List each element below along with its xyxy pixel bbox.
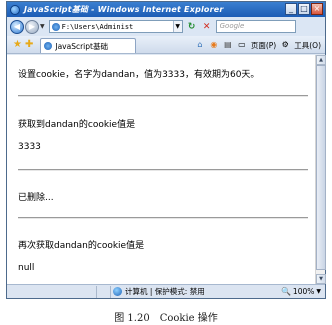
- url-input[interactable]: F:\Users\Administ ▼: [48, 20, 183, 33]
- history-dropdown-icon[interactable]: ▼: [40, 23, 45, 30]
- page-icon: [51, 22, 60, 31]
- scroll-down-arrow-icon[interactable]: ▼: [316, 274, 326, 284]
- forward-arrow-icon[interactable]: ▶: [25, 19, 39, 34]
- browser-window: JavaScript基础 - Windows Internet Explorer…: [6, 1, 326, 299]
- scroll-up-arrow-icon[interactable]: ▲: [316, 55, 326, 65]
- tab-javascript[interactable]: JavaScript基础: [40, 38, 137, 53]
- message-get-cookie: 获取到dandan的cookie值是: [18, 120, 136, 130]
- search-input[interactable]: Google: [215, 20, 296, 33]
- zoom-dropdown-icon[interactable]: ▼: [316, 288, 321, 295]
- back-arrow-icon[interactable]: ◀: [10, 19, 24, 34]
- zoom-control[interactable]: 🔍 100% ▼: [281, 287, 325, 296]
- print-icon[interactable]: ▤: [223, 40, 233, 50]
- tools-menu[interactable]: 工具(O): [294, 40, 321, 51]
- page-content: 设置cookie，名字为dandan，值为3333，有效期为60天。 获取到da…: [7, 55, 315, 284]
- divider: [18, 169, 308, 171]
- refresh-icon[interactable]: ↻: [186, 21, 198, 33]
- ie-logo-icon: [10, 4, 20, 15]
- message-set-cookie: 设置cookie，名字为dandan，值为3333，有效期为60天。: [18, 70, 260, 80]
- divider: [18, 95, 308, 97]
- status-bar: 计算机 | 保护模式: 禁用 🔍 100% ▼: [7, 284, 325, 298]
- feeds-icon[interactable]: ◉: [209, 40, 219, 50]
- tab-page-icon: [44, 42, 53, 50]
- url-text[interactable]: F:\Users\Administ: [62, 23, 173, 31]
- stop-icon[interactable]: ✕: [201, 21, 213, 33]
- url-dropdown-icon[interactable]: ▼: [172, 21, 182, 32]
- cookie-value-after-delete: null: [18, 263, 35, 273]
- zoom-icon: 🔍: [280, 287, 291, 296]
- address-bar: ◀ ▶ ▼ F:\Users\Administ ▼ ↻ ✕ Google: [7, 17, 325, 36]
- cookie-value: 3333: [18, 142, 41, 152]
- status-text: [7, 285, 97, 298]
- maximize-button[interactable]: □: [298, 3, 310, 15]
- close-button[interactable]: ×: [311, 3, 323, 15]
- window-title: JavaScript基础 - Windows Internet Explorer: [24, 5, 224, 14]
- tools-gear-icon: ⚙: [281, 40, 289, 49]
- favorites-star-icon[interactable]: ★: [13, 39, 22, 50]
- tab-label: JavaScript基础: [55, 41, 108, 51]
- vertical-scrollbar[interactable]: ▲ ▼: [315, 55, 326, 284]
- home-icon[interactable]: ⌂: [195, 40, 205, 50]
- divider: [18, 217, 308, 219]
- window-controls: _ □ ×: [285, 3, 323, 15]
- page-menu-icon: ▭: [238, 40, 246, 49]
- security-zone[interactable]: 计算机 | 保护模式: 禁用: [125, 286, 205, 297]
- add-favorites-icon[interactable]: ✚: [25, 39, 33, 50]
- tab-bar: ★ ✚ JavaScript基础 ⌂ ◉ ▤ ▭ 页面(P) ⚙ 工具(O): [7, 36, 325, 54]
- message-deleted: 已删除...: [18, 193, 54, 203]
- zoom-level: 100%: [292, 287, 315, 296]
- status-cell: [97, 285, 111, 298]
- minimize-button[interactable]: _: [285, 3, 297, 15]
- command-bar: ⌂ ◉ ▤ ▭ 页面(P) ⚙ 工具(O): [195, 37, 321, 53]
- page-menu[interactable]: 页面(P): [251, 40, 276, 51]
- computer-globe-icon: [113, 287, 122, 296]
- scroll-thumb[interactable]: [316, 65, 326, 270]
- title-bar[interactable]: JavaScript基础 - Windows Internet Explorer…: [7, 2, 325, 17]
- message-get-again: 再次获取dandan的cookie值是: [18, 241, 145, 251]
- figure-caption: 图 1.20 Cookie 操作: [114, 313, 218, 324]
